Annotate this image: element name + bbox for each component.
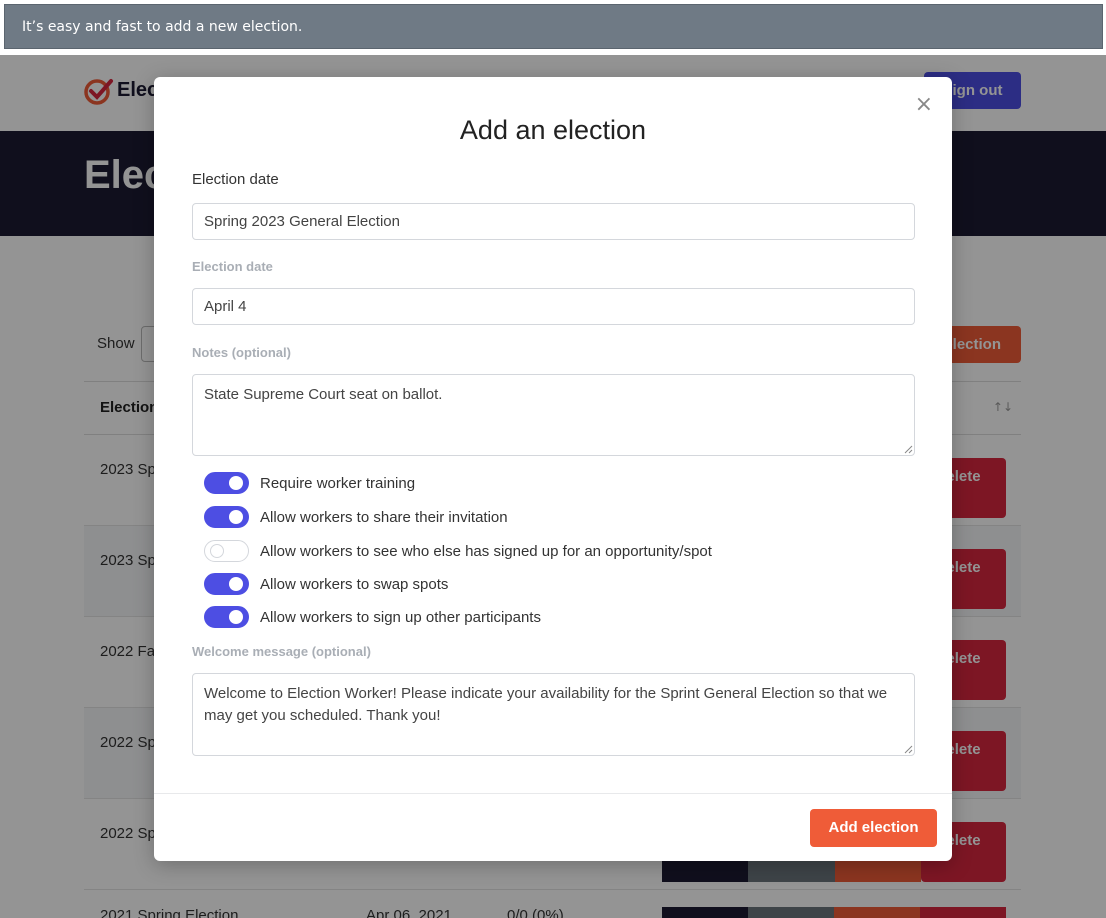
toggle-switch[interactable] [204,506,249,528]
election-name-label: Election date [192,171,279,188]
toggle-sign-up-others[interactable]: Allow workers to sign up other participa… [204,605,541,629]
toggle-require-training[interactable]: Require worker training [204,471,415,495]
caption-text: It’s easy and fast to add a new election… [4,4,1103,49]
add-election-modal: × Add an election Election date Spring 2… [154,77,952,861]
toggle-see-signups[interactable]: Allow workers to see who else has signed… [204,539,712,563]
modal-footer-divider [154,793,952,794]
resize-grip-icon[interactable] [904,745,913,754]
welcome-message-label: Welcome message (optional) [192,644,371,659]
toggle-label: Allow workers to sign up other participa… [260,608,541,626]
caption-bar: It’s easy and fast to add a new election… [0,0,1106,53]
close-icon[interactable]: × [915,94,933,116]
resize-grip-icon[interactable] [904,445,913,454]
add-election-submit-button[interactable]: Add election [810,809,937,847]
election-date-input[interactable]: April 4 [192,288,915,325]
welcome-message-text: Welcome to Election Worker! Please indic… [204,685,888,724]
toggle-switch[interactable] [204,606,249,628]
toggle-swap-spots[interactable]: Allow workers to swap spots [204,572,448,596]
notes-label: Notes (optional) [192,345,291,360]
modal-title: Add an election [459,115,647,145]
election-name-input[interactable]: Spring 2023 General Election [192,203,915,240]
toggle-switch[interactable] [204,573,249,595]
toggle-share-invitation[interactable]: Allow workers to share their invitation [204,505,508,529]
toggle-label: Allow workers to swap spots [260,575,449,593]
toggle-switch[interactable] [204,540,249,562]
welcome-message-textarea[interactable]: Welcome to Election Worker! Please indic… [192,673,915,756]
toggle-label: Require worker training [260,474,416,492]
notes-text: State Supreme Court seat on ballot. [204,386,443,403]
toggle-label: Allow workers to see who else has signed… [260,542,712,560]
toggle-label: Allow workers to share their invitation [260,508,508,526]
notes-textarea[interactable]: State Supreme Court seat on ballot. [192,374,915,456]
election-date-label: Election date [192,259,273,274]
toggle-switch[interactable] [204,472,249,494]
